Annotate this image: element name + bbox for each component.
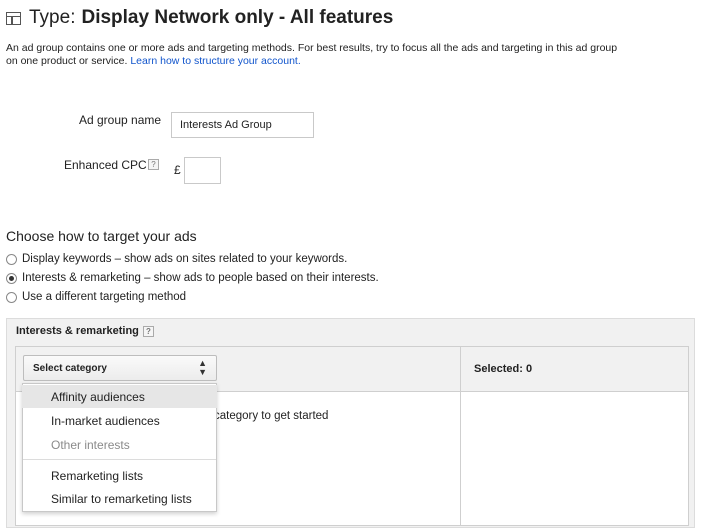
targeting-title: Choose how to target your ads [6, 228, 197, 244]
ad-group-name-input[interactable] [171, 112, 314, 138]
campaign-type: Display Network only - All features [81, 7, 394, 28]
radio-different-method[interactable]: Use a different targeting method [6, 291, 186, 303]
grid-divider [460, 391, 461, 526]
updown-caret-icon: ▲ ▼ [198, 358, 207, 377]
layout-grid-icon [6, 11, 21, 25]
page-header: Type: Display Network only - All feature… [6, 6, 393, 30]
radio-button[interactable] [6, 291, 17, 303]
dropdown-separator [23, 459, 216, 460]
intro-text: An ad group contains one or more ads and… [6, 42, 626, 67]
help-question-icon[interactable]: ? [142, 325, 154, 337]
dropdown-item-other-interests: Other interests [51, 437, 130, 452]
enhanced-cpc-label: Enhanced CPC [64, 158, 147, 172]
intro-body: An ad group contains one or more ads and… [6, 42, 618, 67]
radio-label: Interests & remarketing – show ads to pe… [22, 272, 379, 284]
panel-title: Interests & remarketing ? [16, 325, 154, 337]
select-label: Select category [33, 362, 107, 374]
radio-button-checked[interactable] [6, 272, 17, 284]
type-prefix: Type: [29, 7, 76, 28]
panel-title-text: Interests & remarketing [16, 325, 139, 337]
help-question-icon[interactable]: ? [148, 159, 159, 170]
currency-symbol: £ [174, 163, 181, 177]
radio-button[interactable] [6, 253, 17, 265]
get-started-hint: category to get started [214, 410, 329, 422]
dropdown-item-in-market[interactable]: In-market audiences [22, 409, 217, 432]
dropdown-item-affinity[interactable]: Affinity audiences [22, 385, 217, 408]
dropdown-item-remarketing[interactable]: Remarketing lists [22, 464, 217, 487]
radio-label: Use a different targeting method [22, 291, 187, 303]
ad-group-name-label: Ad group name [79, 113, 162, 127]
radio-interests-remarketing[interactable]: Interests & remarketing – show ads to pe… [6, 272, 379, 284]
dropdown-item-similar[interactable]: Similar to remarketing lists [22, 487, 217, 510]
selected-count: Selected: 0 [474, 363, 533, 375]
radio-label: Display keywords – show ads on sites rel… [22, 253, 348, 265]
enhanced-cpc-input[interactable] [184, 157, 221, 184]
structure-account-link[interactable]: Learn how to structure your account. [130, 55, 300, 67]
radio-display-keywords[interactable]: Display keywords – show ads on sites rel… [6, 253, 347, 265]
category-select[interactable]: Select category ▲ ▼ [23, 355, 217, 381]
